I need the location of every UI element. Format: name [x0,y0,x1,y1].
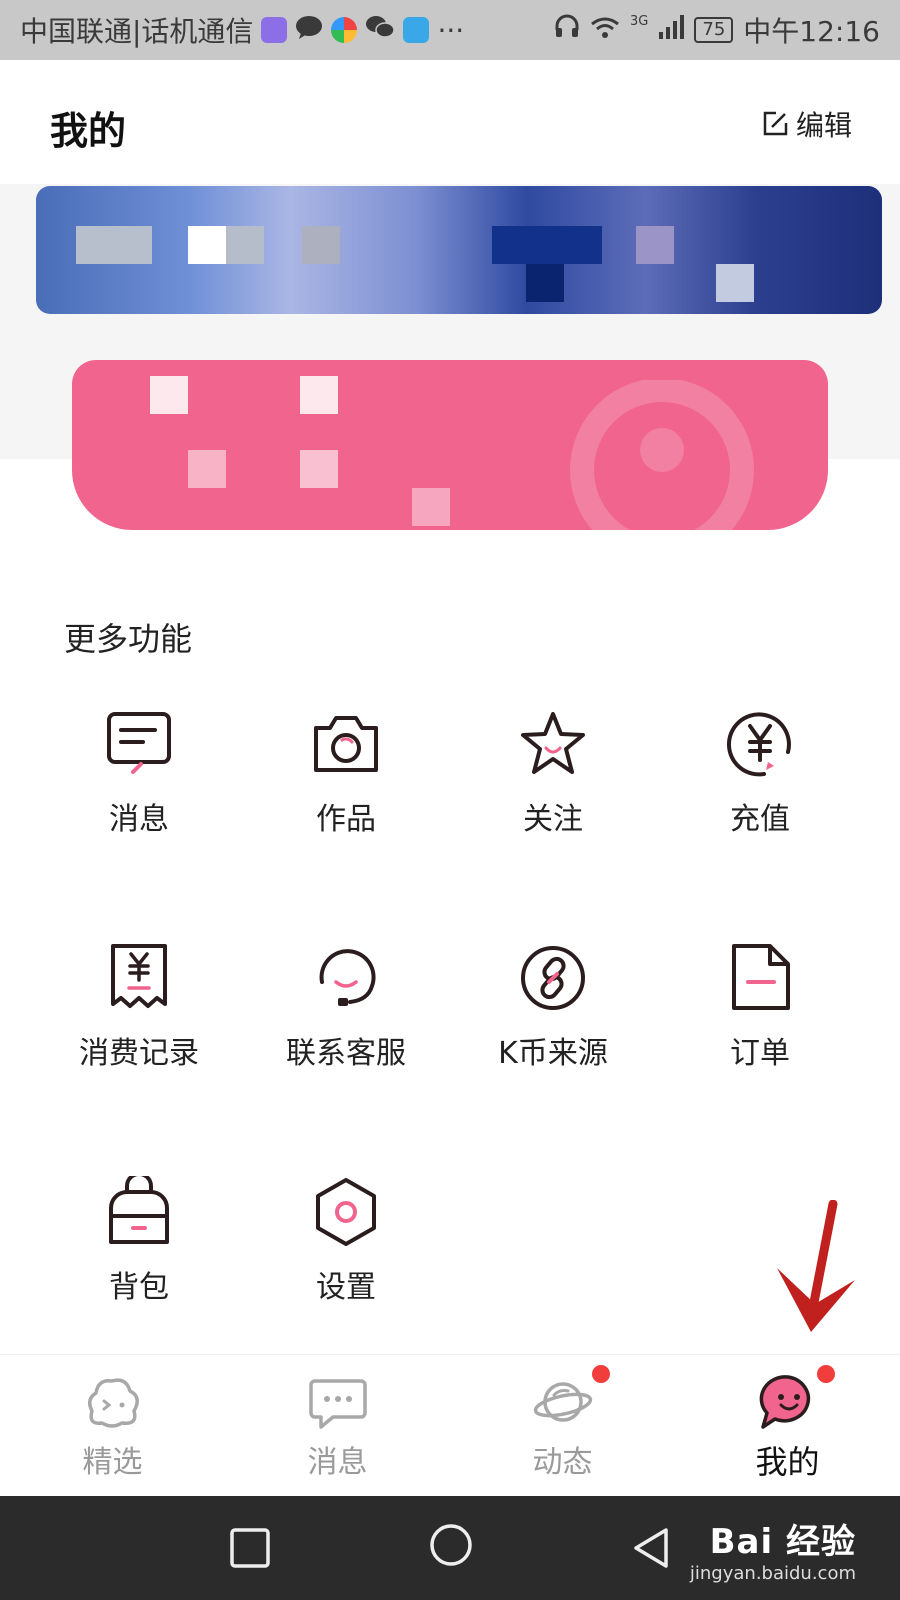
page-header: 我的 编辑 [0,60,900,184]
nav-label: 我的 [755,1443,820,1481]
member-card[interactable] [72,360,828,530]
browser-notification-icon [331,17,358,43]
feature-label: 充值 [730,802,790,837]
nav-label: 精选 [82,1445,143,1480]
recent-apps-icon[interactable] [228,1526,272,1570]
app-notification-icon [261,17,288,43]
receipt-icon [111,944,167,1008]
feature-label: 消费记录 [79,1036,199,1071]
shield-notification-icon [403,17,430,43]
edit-button[interactable]: 编辑 [760,104,852,144]
status-bar: 中国联通|话机通信 ··· 3G 75 中午12:16 [0,0,900,60]
carrier-label: 中国联通|话机通信 [20,15,254,48]
feature-recharge[interactable]: 充值 [660,708,860,838]
nav-moments[interactable]: 动态 [450,1355,675,1497]
headset-status-icon [554,14,580,47]
feature-message[interactable]: 消息 [39,708,239,838]
backpack-icon [109,1176,169,1244]
chat-bubble-icon [308,1379,367,1429]
feature-kcoin-source[interactable]: K币来源 [453,942,653,1072]
edit-icon [763,111,788,136]
yen-coin-icon [727,712,791,777]
edit-label: 编辑 [795,109,852,142]
bottom-navigation: 精选 消息 动态 我的 [0,1354,900,1497]
watermark-sub: jingyan.baidu.com [689,1563,856,1584]
feature-works[interactable]: 作品 [246,708,446,838]
annotation-arrow-icon [777,1200,855,1332]
wechat-notification-icon [365,14,396,47]
feature-label: 消息 [109,802,169,837]
baidu-watermark: Bai 经验 jingyan.baidu.com [690,1514,856,1584]
signal-icon [658,14,685,47]
feature-label: 设置 [316,1270,376,1305]
document-icon [732,944,790,1010]
feature-consumption-record[interactable]: 消费记录 [39,942,239,1072]
clock: 中午12:16 [743,15,880,48]
feature-customer-service[interactable]: 联系客服 [246,942,446,1072]
nav-featured[interactable]: 精选 [0,1355,225,1497]
back-icon[interactable] [630,1526,674,1570]
feature-label: 联系客服 [286,1036,406,1071]
battery-indicator: 75 [694,17,734,43]
home-icon[interactable] [428,1522,474,1568]
nav-label: 消息 [307,1445,368,1480]
feature-orders[interactable]: 订单 [660,942,860,1072]
feature-follow[interactable]: 关注 [453,708,653,838]
section-title: 更多功能 [64,620,193,658]
feature-label: 关注 [523,802,583,837]
member-emblem-icon [570,380,754,530]
link-icon [521,946,585,1010]
network-type: 3G [630,14,649,29]
headset-icon [319,949,376,1006]
feature-label: 背包 [109,1270,169,1305]
feature-backpack[interactable]: 背包 [39,1176,239,1306]
watermark-main: Bai 经验 [709,1522,856,1562]
more-notifications: ··· [437,13,465,47]
wifi-icon [590,14,620,47]
planet-icon [533,1382,592,1422]
system-navigation-bar: Bai 经验 jingyan.baidu.com [0,1496,900,1600]
feature-label: 作品 [316,802,376,837]
camera-icon [314,716,378,772]
feature-label: K币来源 [498,1036,608,1071]
notification-badge [590,1363,612,1385]
nav-mine[interactable]: 我的 [675,1355,900,1497]
message-icon [107,712,171,774]
profile-banner-image[interactable] [36,186,882,314]
feature-label: 订单 [730,1036,790,1071]
hexagon-settings-icon [316,1178,376,1246]
nav-messages[interactable]: 消息 [225,1355,450,1497]
page-title: 我的 [50,109,127,153]
notification-badge [815,1363,837,1385]
nav-label: 动态 [532,1445,593,1480]
chat-notification-icon [295,14,323,47]
star-icon [521,712,585,774]
feature-settings[interactable]: 设置 [246,1176,446,1306]
featured-face-icon [87,1378,139,1428]
smile-bubble-icon [759,1375,810,1429]
